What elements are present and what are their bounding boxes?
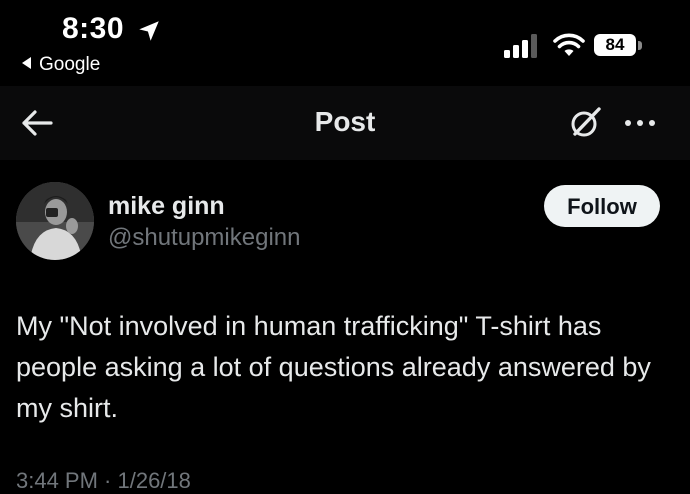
status-time: 8:30 bbox=[62, 12, 125, 45]
back-to-app-link[interactable]: Google bbox=[22, 54, 100, 76]
author-handle[interactable]: @shutupmikeginn bbox=[108, 224, 300, 252]
post-text: My "Not involved in human trafficking" T… bbox=[16, 311, 651, 423]
post-timestamp: 3:44 PM · 1/26/18 bbox=[16, 468, 191, 493]
signal-icon bbox=[504, 34, 537, 58]
avatar-photo bbox=[16, 182, 94, 260]
author-name[interactable]: mike ginn bbox=[108, 192, 225, 221]
more-icon[interactable] bbox=[620, 104, 660, 142]
back-triangle-icon bbox=[22, 57, 31, 69]
grok-icon[interactable] bbox=[566, 104, 604, 142]
battery-level: 84 bbox=[594, 34, 636, 56]
status-bar: 8:30 Google 84 bbox=[0, 0, 690, 86]
author-avatar[interactable] bbox=[16, 182, 94, 260]
back-app-label: Google bbox=[39, 54, 101, 75]
battery-icon: 84 bbox=[594, 34, 644, 58]
location-arrow-icon bbox=[139, 21, 159, 41]
post-header: Post bbox=[0, 86, 690, 160]
battery-nub bbox=[638, 41, 642, 50]
follow-button[interactable]: Follow bbox=[544, 185, 660, 227]
wifi-icon bbox=[553, 33, 585, 56]
